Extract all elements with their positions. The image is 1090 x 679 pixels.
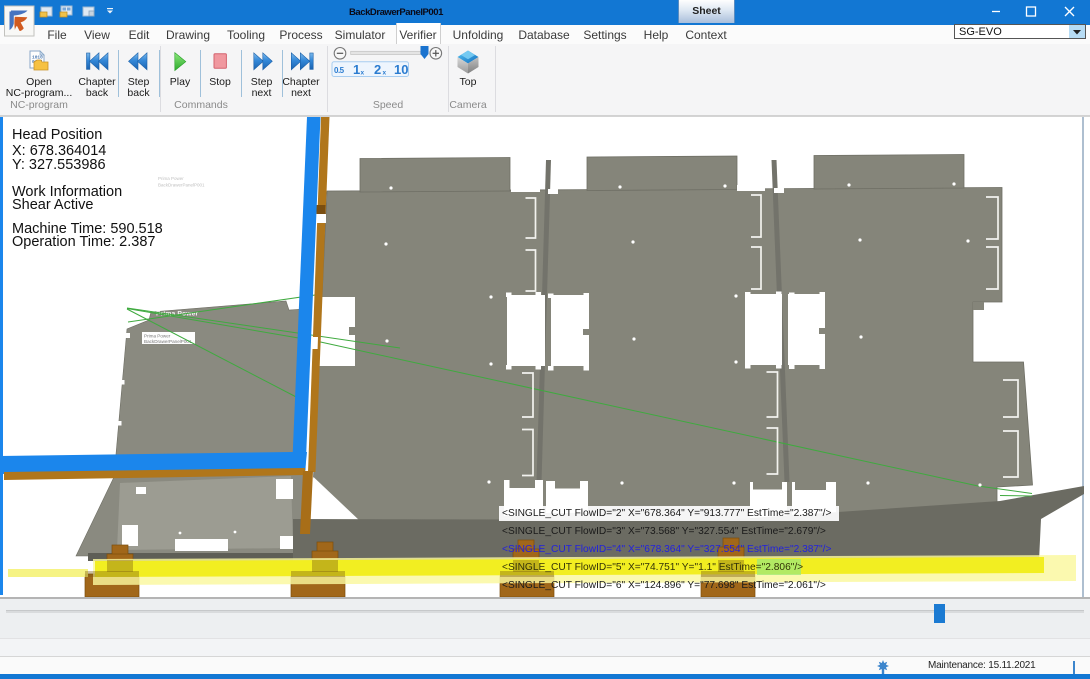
svg-text:10: 10 [394,62,408,77]
svg-text:BackDrawerPanelP001: BackDrawerPanelP001 [158,183,205,188]
svg-text:0.5: 0.5 [334,66,345,75]
svg-text:1: 1 [353,62,360,77]
svg-text:x: x [383,70,387,77]
svg-text:Prima Power: Prima Power [156,311,199,318]
svg-text:x: x [361,70,365,77]
svg-text:2: 2 [374,62,381,77]
svg-text:BackDrawerPanelP001: BackDrawerPanelP001 [144,339,192,344]
svg-text:Prima Power: Prima Power [158,176,184,181]
svg-text:Prima Power: Prima Power [144,334,171,339]
